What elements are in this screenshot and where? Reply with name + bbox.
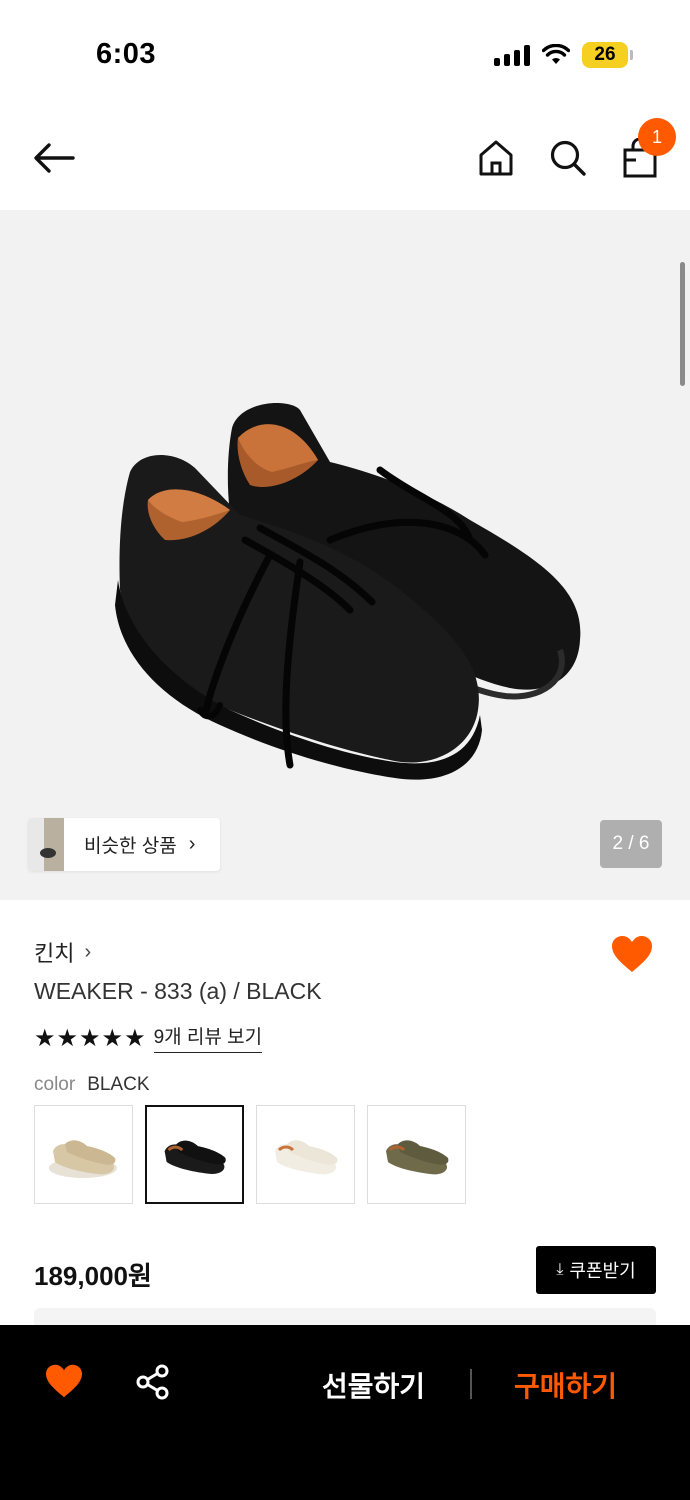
back-arrow-icon bbox=[34, 143, 75, 173]
color-swatch-khaki[interactable] bbox=[367, 1105, 466, 1204]
color-swatch-ivory[interactable] bbox=[256, 1105, 355, 1204]
heart-icon bbox=[612, 936, 652, 972]
star-icon: ★ bbox=[79, 1023, 101, 1052]
selected-option: color BLACK bbox=[34, 1074, 150, 1096]
shoe-thumbnail bbox=[164, 1140, 226, 1174]
like-button[interactable] bbox=[44, 1363, 88, 1403]
star-icon: ★ bbox=[34, 1023, 56, 1052]
status-icons: 26 bbox=[494, 42, 633, 68]
heart-icon bbox=[46, 1364, 82, 1398]
coupon-download-button[interactable]: ⤓ 쿠폰받기 bbox=[536, 1246, 656, 1294]
gift-button[interactable]: 선물하기 bbox=[322, 1365, 425, 1405]
similar-products-button[interactable]: 비슷한 상품 › bbox=[28, 818, 220, 871]
brand-name: 킨치 bbox=[34, 941, 75, 966]
color-swatches bbox=[34, 1105, 466, 1204]
back-button[interactable] bbox=[30, 136, 78, 180]
bottom-action-bar: 선물하기 구매하기 bbox=[0, 1325, 690, 1500]
buy-button[interactable]: 구매하기 bbox=[514, 1365, 617, 1405]
similar-product-thumbnail bbox=[28, 818, 64, 871]
favorite-button[interactable] bbox=[610, 934, 654, 974]
view-reviews-link[interactable]: 9개 리뷰 보기 bbox=[153, 1022, 263, 1053]
option-value: BLACK bbox=[87, 1074, 150, 1095]
product-image bbox=[115, 403, 581, 780]
shoe-thumbnail bbox=[386, 1140, 449, 1175]
top-navigation bbox=[0, 100, 690, 210]
cart-count-badge: 1 bbox=[638, 118, 676, 156]
search-button[interactable] bbox=[546, 134, 590, 182]
coupon-button-label: 쿠폰받기 bbox=[569, 1261, 636, 1281]
share-icon bbox=[136, 1364, 169, 1400]
product-image-carousel[interactable] bbox=[0, 210, 690, 900]
divider bbox=[470, 1369, 472, 1399]
image-page-counter: 2 / 6 bbox=[600, 820, 662, 868]
product-title: WEAKER - 833 (a) / BLACK bbox=[34, 978, 322, 1004]
download-icon: ⤓ bbox=[556, 1261, 564, 1278]
home-icon bbox=[479, 140, 513, 176]
battery-level: 26 bbox=[594, 44, 616, 65]
shoe-thumbnail bbox=[275, 1140, 338, 1175]
star-icon: ★ bbox=[56, 1023, 79, 1052]
star-icon: ★ bbox=[124, 1023, 146, 1052]
battery-icon: 26 bbox=[582, 42, 633, 68]
color-swatch-beige[interactable] bbox=[34, 1105, 133, 1204]
product-price: 189,000원 bbox=[34, 1261, 152, 1291]
star-icon: ★ bbox=[101, 1023, 124, 1052]
star-rating: ★ ★ ★ ★ ★ bbox=[34, 1024, 146, 1052]
signal-icon bbox=[494, 44, 530, 66]
wifi-icon bbox=[542, 44, 570, 64]
home-button[interactable] bbox=[474, 134, 518, 182]
share-button[interactable] bbox=[134, 1363, 174, 1403]
rating-row: ★ ★ ★ ★ ★ 9개 리뷰 보기 bbox=[34, 1022, 263, 1053]
status-time: 6:03 bbox=[96, 38, 157, 70]
similar-products-label: 비슷한 상품 bbox=[84, 836, 177, 857]
shoe-thumbnail bbox=[49, 1140, 117, 1178]
scroll-indicator[interactable] bbox=[680, 262, 685, 386]
chevron-right-icon: › bbox=[84, 940, 92, 963]
chevron-right-icon: › bbox=[188, 833, 196, 855]
status-bar: 6:03 26 bbox=[0, 0, 690, 100]
brand-link[interactable]: 킨치 › bbox=[34, 936, 91, 968]
color-swatch-black[interactable] bbox=[145, 1105, 244, 1204]
search-icon bbox=[550, 140, 586, 176]
option-label: color bbox=[34, 1074, 76, 1095]
